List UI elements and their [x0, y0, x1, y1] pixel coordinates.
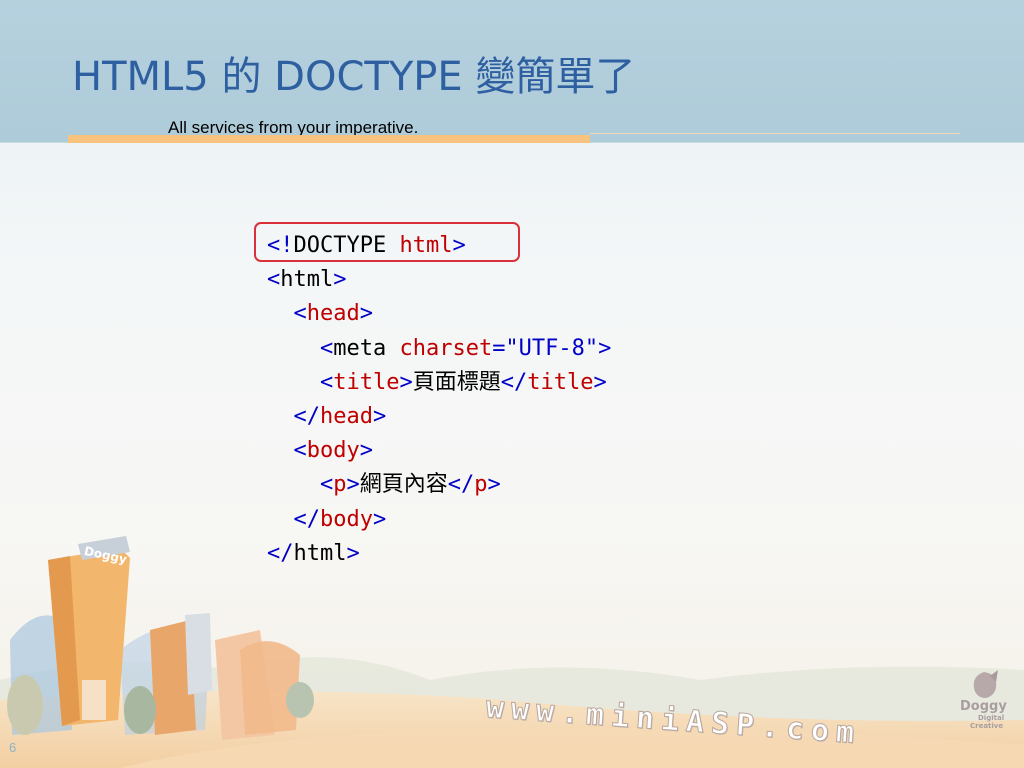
accent-bar — [68, 135, 590, 143]
code-token: DOCTYPE — [293, 233, 400, 258]
code-token: <! — [267, 233, 294, 258]
code-block: <!DOCTYPE html> <html> <head> <meta chars… — [267, 229, 611, 571]
code-token: title — [333, 369, 400, 395]
slide: HTML5 的 DOCTYPE 變簡單了 All services from y… — [0, 0, 1024, 768]
code-token: < — [267, 472, 334, 498]
code-line: <p>網頁內容</p> — [267, 468, 611, 502]
code-token: > — [487, 472, 501, 498]
slide-title: HTML5 的 DOCTYPE 變簡單了 — [72, 54, 636, 100]
code-token: > — [452, 233, 466, 258]
page-number: 6 — [9, 740, 17, 755]
code-token: charset — [399, 335, 493, 361]
code-token: > — [359, 438, 373, 464]
code-token: meta — [333, 335, 400, 361]
code-token: p — [333, 472, 347, 498]
code-token: < — [267, 301, 307, 327]
code-token: > — [359, 301, 373, 327]
code-token: < — [267, 438, 307, 464]
code-token: </ — [447, 472, 475, 498]
code-token: p — [474, 472, 488, 498]
code-token: title — [527, 369, 594, 395]
doggy-logo: Doggy Digital Creative — [960, 670, 1007, 730]
code-token: head — [306, 301, 360, 327]
code-line: <title>頁面標題</title> — [267, 366, 611, 400]
logo-tagline-1: Digital — [978, 714, 1004, 722]
code-token: > — [346, 472, 360, 498]
code-token: ="UTF-8"> — [492, 335, 612, 361]
code-token: < — [267, 369, 334, 395]
city-scenery-illustration: Doggy — [0, 536, 1024, 768]
code-line: <body> — [267, 434, 611, 468]
code-token: < — [267, 335, 334, 361]
code-token: > — [372, 506, 387, 532]
code-token: 網頁內容 — [359, 472, 448, 498]
code-line: <meta charset="UTF-8"> — [267, 332, 611, 366]
code-token: > — [333, 267, 347, 293]
code-token: body — [319, 506, 373, 532]
code-token: </ — [500, 369, 528, 395]
code-token: body — [306, 438, 360, 464]
code-token: html — [399, 233, 453, 258]
logo-name-text: Doggy — [960, 699, 1007, 714]
code-token: 頁面標題 — [412, 369, 501, 395]
code-token: head — [319, 403, 373, 429]
code-token: </ — [267, 403, 320, 429]
accent-line — [590, 133, 960, 134]
code-token: < — [267, 267, 281, 293]
code-line: </head> — [267, 400, 611, 434]
code-token: > — [372, 403, 387, 429]
logo-tagline-2: Creative — [970, 722, 1003, 730]
code-line: <!DOCTYPE html> — [267, 229, 611, 263]
code-token: html — [280, 267, 334, 293]
code-token: > — [399, 369, 413, 395]
code-line: <head> — [267, 297, 611, 331]
code-token: > — [593, 369, 607, 395]
code-token: </ — [267, 506, 320, 532]
code-line: <html> — [267, 263, 611, 297]
